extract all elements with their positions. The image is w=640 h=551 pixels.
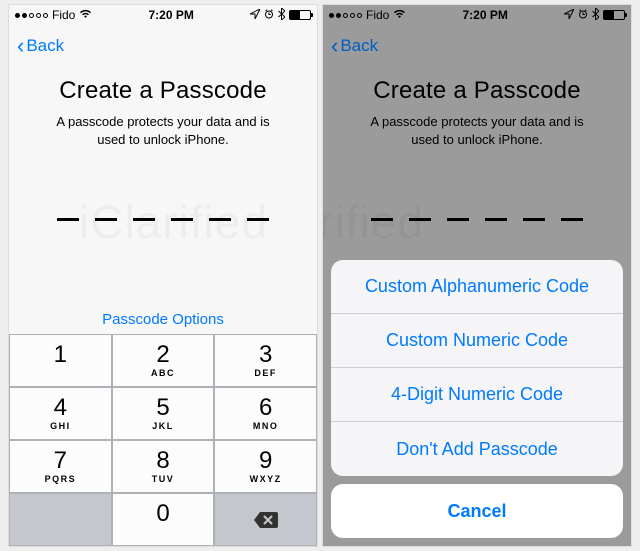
- back-button[interactable]: ‹ Back: [17, 35, 64, 57]
- battery-icon: [289, 10, 311, 20]
- key-blank: [9, 493, 112, 546]
- status-bar: Fido 7:20 PM: [9, 5, 317, 25]
- location-icon: [250, 9, 260, 22]
- key-3[interactable]: 3DEF: [214, 334, 317, 387]
- key-9[interactable]: 9WXYZ: [214, 440, 317, 493]
- sheet-4-digit[interactable]: 4-Digit Numeric Code: [331, 368, 623, 422]
- key-7[interactable]: 7PQRS: [9, 440, 112, 493]
- clock: 7:20 PM: [148, 8, 193, 22]
- sheet-cancel-button[interactable]: Cancel: [331, 484, 623, 538]
- passcode-dash: [57, 218, 79, 221]
- passcode-entry: [33, 218, 293, 221]
- sheet-custom-alphanumeric[interactable]: Custom Alphanumeric Code: [331, 260, 623, 314]
- back-label: Back: [26, 36, 64, 56]
- carrier-label: Fido: [52, 8, 75, 22]
- action-sheet: Custom Alphanumeric Code Custom Numeric …: [331, 260, 623, 538]
- key-1[interactable]: 1: [9, 334, 112, 387]
- chevron-left-icon: ‹: [17, 35, 24, 57]
- passcode-dash: [133, 218, 155, 221]
- key-0[interactable]: 0: [112, 493, 215, 546]
- key-delete[interactable]: [214, 493, 317, 546]
- alarm-icon: [264, 9, 274, 22]
- key-2[interactable]: 2ABC: [112, 334, 215, 387]
- key-8[interactable]: 8TUV: [112, 440, 215, 493]
- nav-bar: ‹ Back: [9, 25, 317, 67]
- key-6[interactable]: 6MNO: [214, 387, 317, 440]
- sheet-custom-numeric[interactable]: Custom Numeric Code: [331, 314, 623, 368]
- page-title: Create a Passcode: [33, 77, 293, 105]
- page-subtitle: A passcode protects your data and is use…: [33, 113, 293, 148]
- passcode-dash: [95, 218, 117, 221]
- key-5[interactable]: 5JKL: [112, 387, 215, 440]
- signal-strength-icon: [15, 13, 48, 18]
- screenshot-left: Fido 7:20 PM ‹: [8, 4, 318, 547]
- passcode-dash: [171, 218, 193, 221]
- key-4[interactable]: 4GHI: [9, 387, 112, 440]
- passcode-options-button[interactable]: Passcode Options: [33, 311, 293, 328]
- sheet-dont-add[interactable]: Don't Add Passcode: [331, 422, 623, 476]
- screenshot-right: Fido 7:20 PM ‹ Back Create a Passcode: [322, 4, 632, 547]
- passcode-dash: [247, 218, 269, 221]
- passcode-dash: [209, 218, 231, 221]
- bluetooth-icon: [278, 8, 285, 23]
- wifi-icon: [79, 9, 92, 22]
- backspace-icon: [253, 511, 279, 529]
- main-content: Create a Passcode A passcode protects yo…: [9, 67, 317, 328]
- numeric-keypad: 1 2ABC 3DEF 4GHI 5JKL 6MNO 7PQRS 8TUV 9W…: [9, 334, 317, 546]
